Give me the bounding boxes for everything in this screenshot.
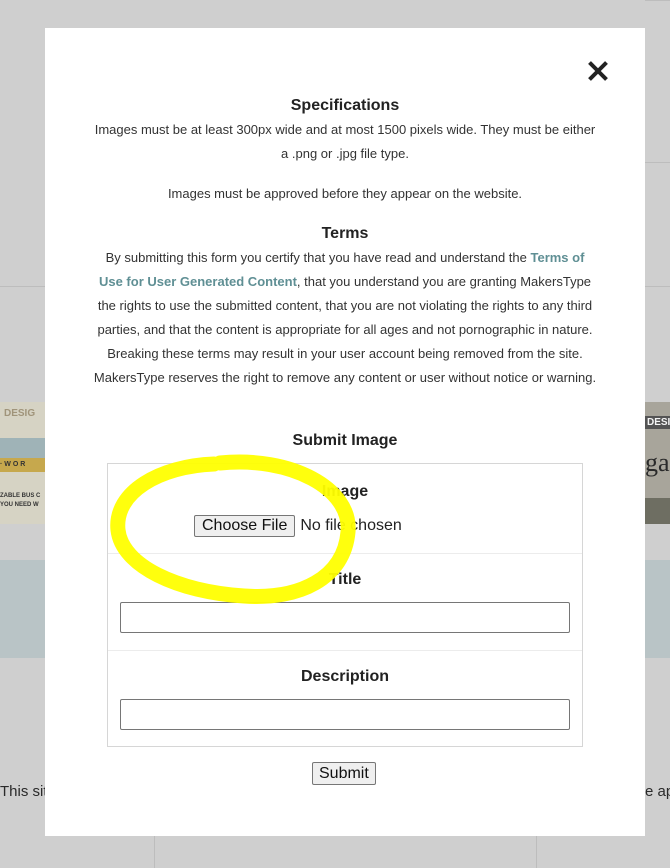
description-input[interactable] [120, 699, 570, 730]
image-file-input[interactable]: Choose File No file chosen [194, 515, 402, 537]
bg-text: This sit [0, 783, 48, 800]
bg-thumb-text: DESIG [4, 408, 36, 419]
submit-image-modal: Specifications Images must be at least 3… [45, 28, 645, 836]
file-status: No file chosen [300, 517, 402, 534]
terms-text-part: By submitting this form you certify that… [105, 250, 531, 265]
submit-image-heading: Submit Image [292, 432, 398, 449]
bg-thumb-text: ZABLE BUS C YOU NEED W [0, 493, 41, 508]
bg-text: e ap [645, 783, 670, 800]
terms-text-part: , that you understand you are granting M… [93, 274, 597, 385]
bg-thumb-text: DESIG [645, 416, 670, 429]
specifications-heading: Specifications [290, 97, 400, 114]
description-label: Description [300, 668, 389, 685]
bg-product-thumbnail[interactable]: DESIG · W O R ZABLE BUS C YOU NEED W [0, 402, 45, 524]
bg-divider [536, 836, 537, 868]
field-divider [108, 650, 582, 651]
submit-image-form: Image Choose File No file chosen Title D… [107, 463, 583, 747]
bg-divider [645, 162, 670, 163]
bg-product-thumbnail[interactable]: DESIG gar [645, 402, 670, 524]
bg-divider [0, 286, 45, 287]
terms-heading: Terms [321, 225, 369, 242]
choose-file-button[interactable]: Choose File [194, 515, 296, 537]
title-input[interactable] [120, 602, 570, 633]
bg-divider [645, 286, 670, 287]
image-label: Image [321, 483, 369, 500]
terms-text: By submitting this form you certify that… [93, 246, 597, 390]
approval-note: Images must be approved before they appe… [167, 186, 523, 201]
bg-thumb-text: · W O R [0, 458, 45, 472]
field-divider [108, 553, 582, 554]
title-label: Title [328, 571, 362, 588]
bg-thumb-image [645, 498, 670, 524]
submit-button[interactable]: Submit [312, 762, 376, 785]
specifications-text: Images must be at least 300px wide and a… [94, 122, 596, 161]
close-icon[interactable] [586, 59, 610, 83]
bg-divider [645, 0, 670, 1]
bg-divider [154, 836, 155, 868]
bg-thumb-text: gar [645, 448, 670, 477]
